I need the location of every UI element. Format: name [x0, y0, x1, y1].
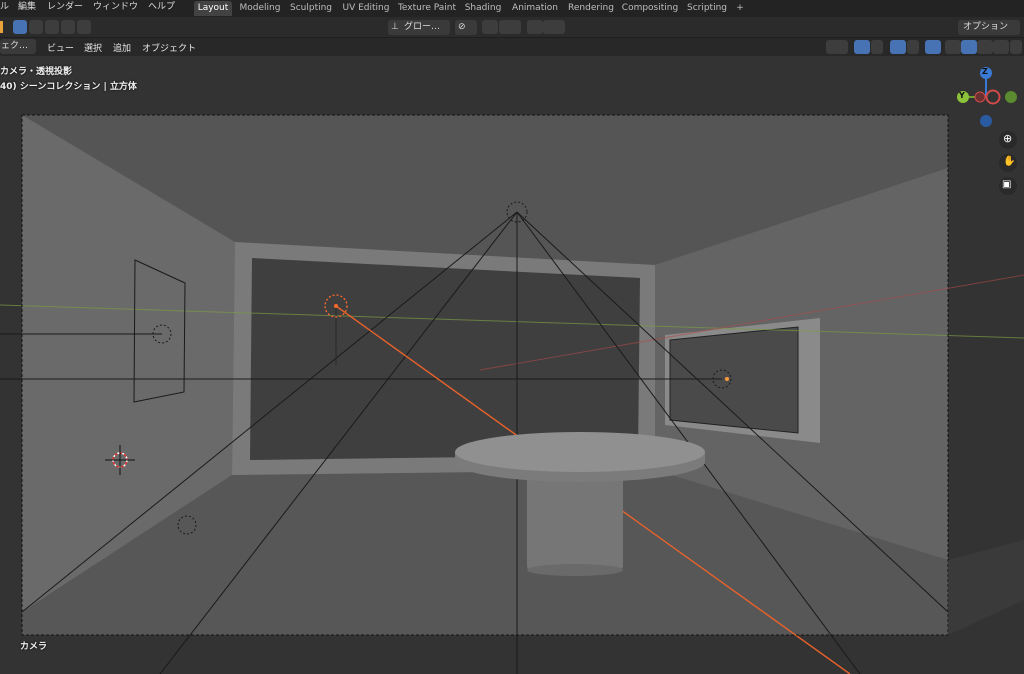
transform-orientation-dropdown[interactable]: ⊥ グロー…	[388, 20, 450, 35]
snap-toggle-icon[interactable]	[482, 20, 498, 34]
tool-settings-bar: ⊥ グロー… ⊘ オプション	[0, 17, 1024, 38]
tab-rendering[interactable]: Rendering	[565, 1, 617, 16]
snap-target-icon[interactable]	[499, 20, 521, 34]
falloff-icon[interactable]	[543, 20, 565, 34]
tab-layout[interactable]: Layout	[194, 1, 232, 16]
tab-modeling[interactable]: Modeling	[237, 1, 283, 16]
material-shading-icon[interactable]	[977, 40, 993, 54]
add-workspace-button[interactable]: +	[733, 1, 747, 16]
overlay-toggle-icon[interactable]	[890, 40, 906, 54]
tab-animation[interactable]: Animation	[509, 1, 561, 16]
solid-shading-icon[interactable]	[961, 40, 977, 54]
scene-render	[0, 56, 1024, 674]
camera-view-icon[interactable]: ▣	[999, 177, 1017, 195]
select-subtract-icon[interactable]	[45, 20, 59, 34]
menu-edit[interactable]: 編集	[18, 0, 36, 17]
gizmo-toggle-icon[interactable]	[854, 40, 870, 54]
active-tool-marker	[0, 21, 3, 33]
3d-viewport[interactable]: カメラ・透視投影 40) シーンコレクション | 立方体 カメラ Z Y ⊕ ✋…	[0, 56, 1024, 674]
viewport-header: ェク… ビュー 選択 追加 オブジェクト	[0, 38, 1024, 56]
menu-add[interactable]: 追加	[113, 41, 131, 54]
tab-sculpting[interactable]: Sculpting	[287, 1, 335, 16]
menu-help[interactable]: ヘルプ	[148, 0, 175, 17]
proportional-edit-icon[interactable]	[527, 20, 543, 34]
overlay-dropdown-icon[interactable]	[907, 40, 919, 54]
tab-uv-editing[interactable]: UV Editing	[340, 1, 392, 16]
menu-render[interactable]: レンダー	[47, 0, 83, 17]
wireframe-shading-icon[interactable]	[945, 40, 961, 54]
select-extend-icon[interactable]	[29, 20, 43, 34]
menu-view[interactable]: ビュー	[47, 41, 74, 54]
shading-dropdown-icon[interactable]	[1010, 40, 1022, 54]
pivot-icon: ⊘	[458, 22, 466, 32]
tab-scripting[interactable]: Scripting	[684, 1, 730, 16]
tab-shading[interactable]: Shading	[462, 1, 504, 16]
mode-dropdown[interactable]: ェク…	[0, 39, 36, 54]
camera-frame-label: カメラ	[20, 642, 48, 652]
zoom-icon[interactable]: ⊕	[999, 131, 1017, 149]
select-intersect-icon[interactable]	[77, 20, 91, 34]
sun-light-origin	[334, 304, 338, 308]
gizmo-y-label: Y	[959, 91, 965, 100]
gizmo-z-label: Z	[982, 67, 988, 76]
menu-object[interactable]: オブジェクト	[142, 41, 196, 54]
orientation-icon: ⊥	[391, 22, 399, 32]
gizmo-dropdown-icon[interactable]	[871, 40, 883, 54]
top-bar: ル 編集 レンダー ウィンドウ ヘルプ Layout Modeling Scul…	[0, 0, 1024, 17]
tab-compositing[interactable]: Compositing	[620, 1, 680, 16]
tab-texture-paint[interactable]: Texture Paint	[396, 1, 458, 16]
table-leg[interactable]	[527, 470, 623, 570]
side-window-glass	[669, 326, 799, 434]
window-light-origin	[725, 377, 729, 381]
visibility-icon[interactable]	[826, 40, 848, 54]
back-window-glass	[250, 258, 640, 460]
menu-select[interactable]: 選択	[84, 41, 102, 54]
navigation-gizmo[interactable]: Z Y	[950, 64, 1022, 136]
collection-info: 40) シーンコレクション | 立方体	[0, 82, 137, 92]
pan-hand-icon[interactable]: ✋	[999, 154, 1017, 172]
menu-window[interactable]: ウィンドウ	[93, 0, 138, 17]
view-name: カメラ・透視投影	[0, 67, 73, 77]
select-new-icon[interactable]	[13, 20, 27, 34]
xray-toggle-icon[interactable]	[925, 40, 941, 54]
options-dropdown[interactable]: オプション	[958, 20, 1020, 35]
menu-file[interactable]: ル	[0, 0, 9, 17]
rendered-shading-icon[interactable]	[993, 40, 1009, 54]
table-top[interactable]	[455, 432, 705, 472]
pivot-point-dropdown[interactable]: ⊘	[455, 20, 477, 35]
select-invert-icon[interactable]	[61, 20, 75, 34]
